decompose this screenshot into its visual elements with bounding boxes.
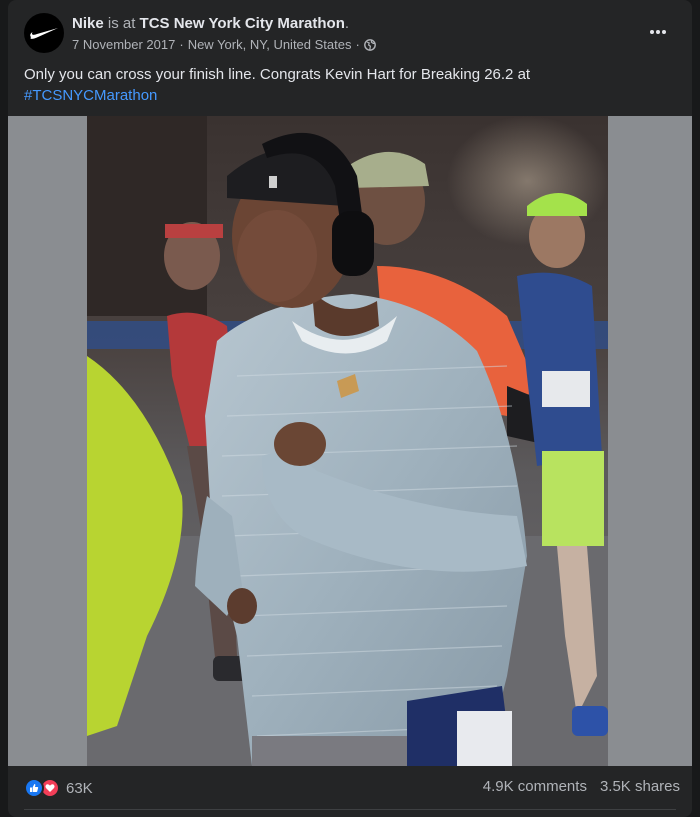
more-options-button[interactable] (644, 20, 672, 44)
post-caption: Only you can cross your finish line. Con… (24, 64, 674, 106)
is-at-text: is at (103, 15, 140, 32)
engagement-bar: 63K 4.9K comments 3.5K shares (8, 766, 692, 810)
trailing-dot: . (344, 15, 350, 32)
engagement-counts: 4.9K comments 3.5K shares (483, 778, 680, 795)
post-header: Nike is at TCS New York City Marathon. 7… (8, 0, 692, 64)
nike-swoosh-icon (30, 28, 58, 39)
meta-separator-2: · (355, 37, 360, 52)
location-link[interactable]: TCS New York City Marathon (140, 15, 345, 32)
post-media[interactable] (8, 116, 692, 766)
globe-icon[interactable] (363, 38, 376, 51)
ellipsis-icon (650, 30, 666, 34)
hashtag-link[interactable]: #TCSNYCMarathon (24, 87, 157, 104)
footer-divider (24, 809, 676, 810)
page-name-link[interactable]: Nike (72, 15, 104, 32)
post-date[interactable]: 7 November 2017 (72, 37, 175, 52)
page-avatar[interactable] (24, 13, 64, 53)
post-card: Nike is at TCS New York City Marathon. 7… (8, 0, 692, 817)
reaction-summary[interactable]: 63K (24, 778, 93, 798)
share-count-link[interactable]: 3.5K shares (600, 778, 680, 795)
reaction-count[interactable]: 63K (66, 780, 93, 797)
post-place[interactable]: New York, NY, United States (188, 37, 352, 52)
caption-text: Only you can cross your finish line. Con… (24, 66, 531, 83)
like-icon (24, 778, 44, 798)
post-author-line: Nike is at TCS New York City Marathon. (72, 15, 349, 32)
marathon-runner-photo[interactable] (87, 116, 608, 766)
comment-count-link[interactable]: 4.9K comments (483, 778, 587, 795)
post-meta: 7 November 2017 · New York, NY, United S… (72, 37, 376, 52)
meta-separator: · (179, 37, 184, 52)
